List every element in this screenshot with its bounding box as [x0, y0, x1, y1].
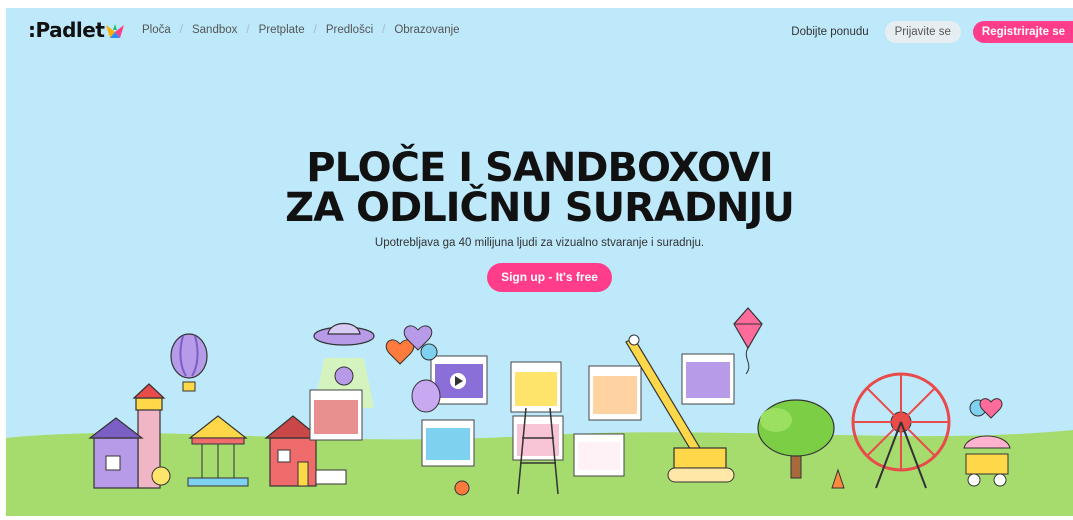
signup-button[interactable]: Sign up - It's free	[487, 263, 612, 292]
lighthouse-icon	[88, 383, 171, 489]
nav-separator: /	[246, 24, 250, 36]
padlet-logo-icon	[106, 24, 124, 38]
nav-separator: /	[313, 24, 317, 36]
nav-links: Ploča / Sandbox / Pretplate / Predlošci …	[142, 24, 460, 36]
get-quote-link[interactable]: Dobijte ponudu	[791, 26, 868, 38]
headline-line-2: ZA ODLIČNU SURADNJU	[285, 185, 795, 231]
nav-link-obrazovanje[interactable]: Obrazovanje	[394, 24, 459, 36]
nav-link-pretplate[interactable]: Pretplate	[259, 24, 305, 36]
hero-headline: PLOČE I SANDBOXOVI ZA ODLIČNU SURADNJU	[6, 148, 1073, 228]
nav-actions: Dobijte ponudu Prijavite se Registrirajt…	[791, 21, 1073, 43]
nav-separator: /	[179, 24, 183, 36]
hot-air-balloon-icon	[170, 333, 208, 392]
padlet-logo[interactable]: :Padlet	[28, 18, 105, 42]
top-nav: :Padlet Ploča / Sandbox / Pretplate / Pr…	[6, 8, 1073, 52]
nav-separator: /	[382, 24, 386, 36]
nav-link-sandbox[interactable]: Sandbox	[192, 24, 237, 36]
hero-illustration	[6, 307, 1073, 516]
kite-icon	[733, 307, 763, 375]
nav-link-ploca[interactable]: Ploča	[142, 24, 171, 36]
register-button[interactable]: Registrirajte se	[972, 21, 1073, 43]
headline-line-1: PLOČE I SANDBOXOVI	[306, 145, 774, 191]
balloon-cart-icon	[963, 398, 1011, 487]
nav-link-predlosci[interactable]: Predlošci	[326, 24, 373, 36]
page-frame: :Padlet Ploča / Sandbox / Pretplate / Pr…	[6, 8, 1073, 516]
ball-icon	[454, 480, 470, 496]
login-button[interactable]: Prijavite se	[884, 21, 961, 43]
hero-subtitle: Upotrebljava ga 40 milijuna ljudi za viz…	[374, 237, 705, 249]
